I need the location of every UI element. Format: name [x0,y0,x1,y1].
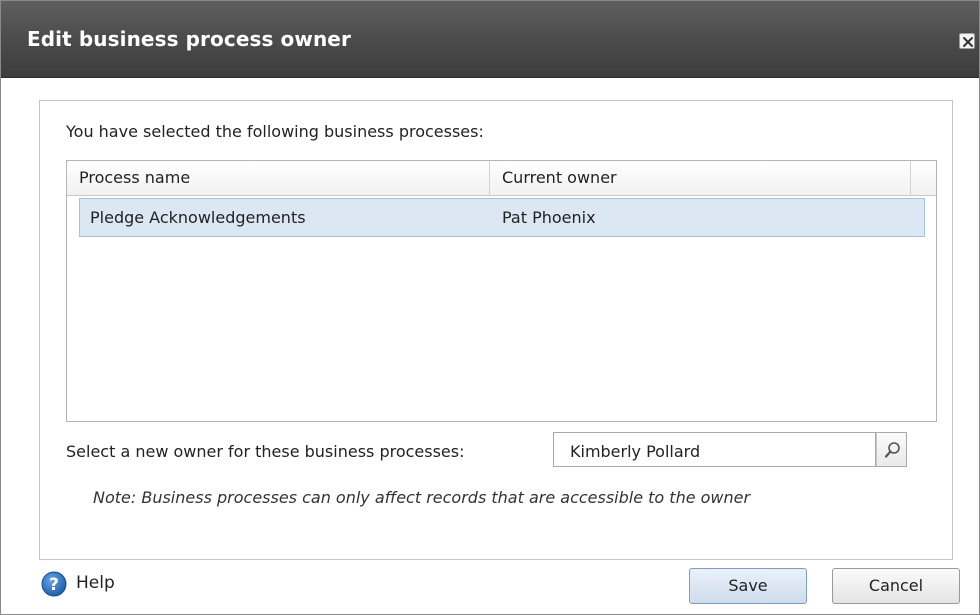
svg-text:?: ? [49,575,59,595]
process-grid: Process name Current owner Pledge Acknow… [66,160,937,422]
help-icon[interactable]: ? [41,571,67,597]
cell-current-owner: Pat Phoenix [502,208,596,227]
column-header-current-owner[interactable]: Current owner [490,161,911,195]
edit-owner-dialog: Edit business process owner You have sel… [0,0,980,615]
help-link[interactable]: Help [76,573,115,593]
column-header-process-name[interactable]: Process name [67,161,490,195]
cell-process-name: Pledge Acknowledgements [90,208,306,227]
grid-header: Process name Current owner [67,161,936,196]
dialog-title: Edit business process owner [27,27,351,51]
selection-intro: You have selected the following business… [66,122,484,141]
table-row[interactable]: Pledge Acknowledgements Pat Phoenix [79,198,925,237]
cancel-button[interactable]: Cancel [832,568,960,604]
owner-note: Note: Business processes can only affect… [93,488,751,507]
new-owner-label: Select a new owner for these business pr… [66,442,465,461]
close-icon [963,37,973,47]
dialog-titlebar: Edit business process owner [1,1,979,78]
owner-search-button[interactable] [876,432,907,467]
search-icon [884,442,900,458]
save-button[interactable]: Save [689,568,807,604]
new-owner-field[interactable] [553,432,876,467]
close-button[interactable] [959,33,975,49]
